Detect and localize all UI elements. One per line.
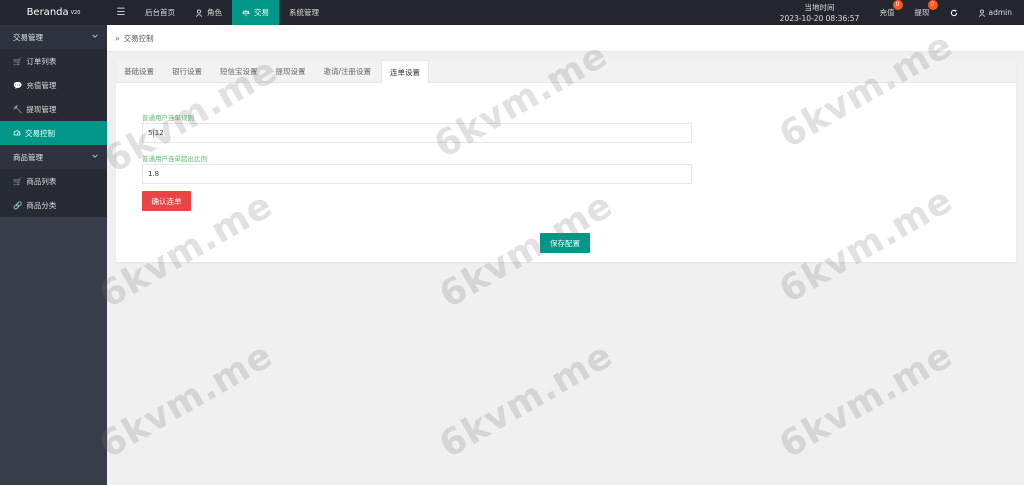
user-icon bbox=[978, 9, 985, 17]
settings-card: 基础设置 银行设置 短信宝设置 提现设置 邀请/注册设置 连单设置 普通用户连单… bbox=[116, 60, 1016, 262]
sidebar-item-label: 充值管理 bbox=[26, 80, 57, 90]
nav-item-home[interactable]: 后台首页 bbox=[135, 0, 185, 25]
recharge-label: 充值 bbox=[879, 8, 895, 17]
withdraw-button[interactable]: 提现 0 bbox=[905, 0, 940, 25]
withdraw-label: 提现 bbox=[914, 8, 930, 17]
user-name: admin bbox=[988, 8, 1013, 17]
sidebar-item-label: 商品列表 bbox=[26, 176, 57, 186]
local-time-label: 当地时间 bbox=[804, 2, 835, 12]
sidebar-item-label: 商品分类 bbox=[26, 200, 57, 210]
sidebar-item-label: 订单列表 bbox=[26, 56, 57, 66]
field1-label: 普通用户连单规则 bbox=[142, 114, 194, 122]
user-menu[interactable]: admin bbox=[968, 0, 1024, 25]
menu-toggle-icon[interactable]: ☰ bbox=[107, 0, 135, 25]
brand-logo[interactable]: Beranda V20 bbox=[0, 0, 107, 25]
breadcrumb-current[interactable]: 交易控制 bbox=[124, 33, 154, 44]
nav-role-label: 角色 bbox=[207, 8, 222, 17]
sidebar: 交易管理 🛒 订单列表 💬 充值管理 🔨 提现管理 交易控制 商品管理 🛒 商品… bbox=[0, 25, 107, 485]
top-nav: 后台首页 角色 交易 系统管理 bbox=[135, 0, 329, 25]
field2-label: 普通用户连单超出比例 bbox=[142, 155, 207, 163]
chat-icon: 💬 bbox=[13, 80, 23, 90]
nav-trade-label: 交易 bbox=[254, 8, 269, 17]
tab-basic[interactable]: 基础设置 bbox=[116, 60, 162, 83]
tab-combo[interactable]: 连单设置 bbox=[381, 60, 430, 84]
gavel-icon: 🔨 bbox=[13, 104, 23, 114]
tab-bank[interactable]: 银行设置 bbox=[164, 60, 210, 83]
sidebar-item-label: 交易控制 bbox=[25, 128, 55, 138]
nav-item-role[interactable]: 角色 bbox=[185, 0, 232, 25]
top-bar: Beranda V20 ☰ 后台首页 角色 交易 系统管理 当地时间 2023-1… bbox=[0, 0, 1024, 25]
tab-withdraw[interactable]: 提现设置 bbox=[268, 60, 314, 83]
combo-rule-input[interactable] bbox=[142, 123, 692, 143]
sidebar-item-goods-list[interactable]: 🛒 商品列表 bbox=[0, 169, 107, 193]
chevron-down-icon bbox=[92, 34, 98, 38]
watermark: 6kvm.me bbox=[92, 334, 280, 467]
sidebar-item-orders[interactable]: 🛒 订单列表 bbox=[0, 49, 107, 73]
sidebar-group-trade[interactable]: 交易管理 bbox=[0, 25, 107, 49]
top-right-area: 当地时间 2023-10-20 08:36:57 充值 0 提现 0 admin bbox=[770, 0, 1024, 25]
link-icon: 🔗 bbox=[13, 200, 23, 210]
watermark: 6kvm.me bbox=[772, 334, 960, 467]
brand-name: Beranda bbox=[26, 7, 69, 18]
combo-ratio-input[interactable] bbox=[142, 164, 692, 184]
tab-sms[interactable]: 短信宝设置 bbox=[212, 60, 266, 83]
sidebar-item-trade-control[interactable]: 交易控制 bbox=[0, 121, 107, 145]
breadcrumb: » 交易控制 bbox=[107, 25, 1024, 52]
sidebar-group-label: 交易管理 bbox=[13, 32, 43, 42]
sidebar-item-recharge[interactable]: 💬 充值管理 bbox=[0, 73, 107, 97]
nav-item-trade[interactable]: 交易 bbox=[232, 0, 279, 25]
confirm-combo-button[interactable]: 确认连单 bbox=[142, 191, 191, 211]
save-config-button[interactable]: 保存配置 bbox=[540, 233, 590, 253]
scale-icon bbox=[242, 9, 250, 16]
chevron-down-icon bbox=[92, 154, 98, 158]
sidebar-group-label: 商品管理 bbox=[13, 152, 43, 162]
cart-icon: 🛒 bbox=[13, 176, 23, 186]
refresh-icon[interactable] bbox=[940, 0, 968, 25]
settings-tabs: 基础设置 银行设置 短信宝设置 提现设置 邀请/注册设置 连单设置 bbox=[116, 60, 1016, 84]
brand-version: V20 bbox=[70, 9, 81, 16]
refresh-icon-glyph bbox=[950, 9, 957, 16]
local-time-value: 2023-10-20 08:36:57 bbox=[779, 13, 860, 23]
withdraw-badge: 0 bbox=[927, 0, 938, 10]
recharge-button[interactable]: 充值 0 bbox=[870, 0, 905, 25]
sidebar-item-label: 提现管理 bbox=[26, 104, 57, 114]
sidebar-group-goods[interactable]: 商品管理 bbox=[0, 145, 107, 169]
local-time: 当地时间 2023-10-20 08:36:57 bbox=[770, 2, 870, 24]
sidebar-item-goods-category[interactable]: 🔗 商品分类 bbox=[0, 193, 107, 217]
recharge-badge: 0 bbox=[892, 0, 903, 10]
watermark: 6kvm.me bbox=[432, 334, 620, 467]
dashboard-icon bbox=[13, 130, 21, 136]
tab-invite[interactable]: 邀请/注册设置 bbox=[316, 60, 380, 83]
nav-item-system[interactable]: 系统管理 bbox=[279, 0, 329, 25]
sidebar-item-withdraw[interactable]: 🔨 提现管理 bbox=[0, 97, 107, 121]
user-icon bbox=[195, 9, 203, 17]
cart-icon: 🛒 bbox=[13, 56, 23, 66]
nav-home-label: 后台首页 bbox=[145, 8, 175, 17]
breadcrumb-arrow-icon: » bbox=[115, 33, 120, 43]
nav-system-label: 系统管理 bbox=[289, 8, 319, 17]
